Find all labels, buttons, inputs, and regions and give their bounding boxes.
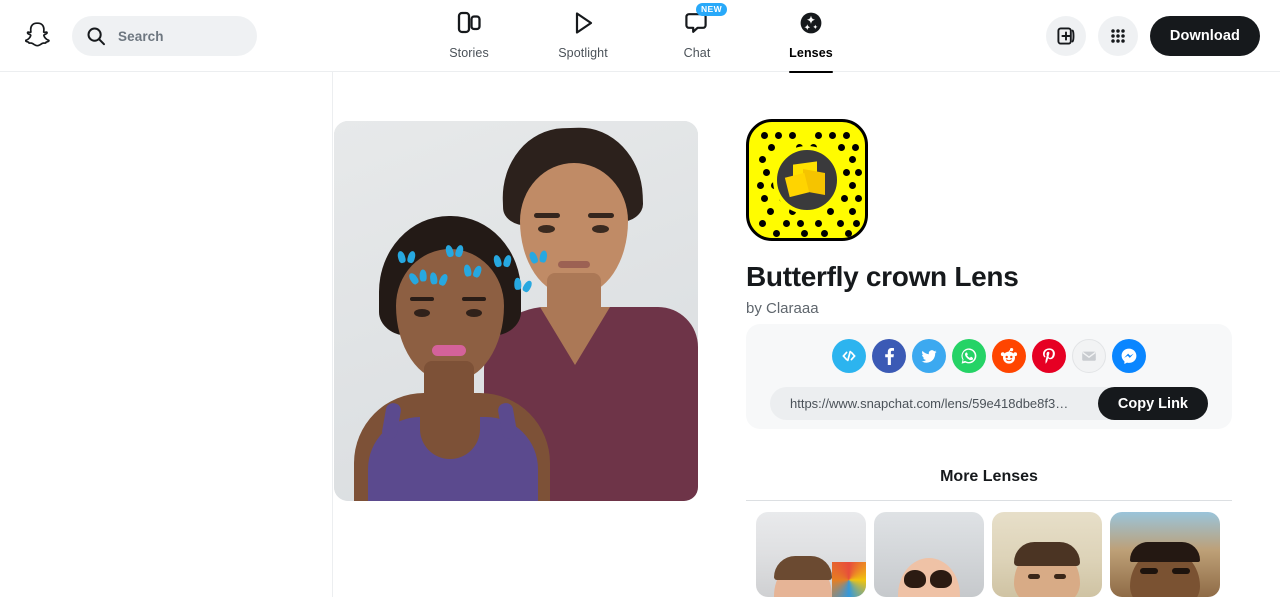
copy-link-button[interactable]: Copy Link bbox=[1097, 387, 1208, 420]
thumb-hair-right bbox=[930, 570, 952, 588]
stories-icon bbox=[454, 8, 484, 38]
chat-new-badge: NEW bbox=[696, 3, 728, 16]
nav-label-lenses: Lenses bbox=[789, 46, 833, 60]
add-card-icon[interactable] bbox=[1045, 16, 1086, 56]
woman-lips bbox=[432, 345, 466, 356]
thumb-hair-left bbox=[904, 570, 926, 588]
thumb-eye-left bbox=[1028, 574, 1040, 579]
woman-eye-left bbox=[414, 309, 430, 317]
top-header: Search Stories Spotlight NEW Chat Lenses… bbox=[0, 0, 1280, 73]
share-facebook-icon[interactable] bbox=[872, 339, 906, 373]
man-brow-right bbox=[588, 213, 614, 218]
more-lens-thumb[interactable] bbox=[756, 512, 866, 597]
share-whatsapp-icon[interactable] bbox=[952, 339, 986, 373]
thumb-hair bbox=[1130, 542, 1200, 562]
page-body: Butterfly crown Lens by Claraaa https://… bbox=[0, 72, 1280, 597]
lens-author: by Claraaa bbox=[746, 300, 819, 317]
butterfly-icon bbox=[444, 244, 465, 258]
more-lenses-title: More Lenses bbox=[940, 468, 1038, 485]
page-title: Butterfly crown Lens bbox=[746, 261, 1019, 292]
share-reddit-icon[interactable] bbox=[992, 339, 1026, 373]
man-mouth bbox=[558, 261, 590, 268]
nav-item-chat[interactable]: NEW Chat bbox=[658, 3, 736, 70]
butterfly-icon bbox=[492, 254, 513, 268]
share-messenger-icon[interactable] bbox=[1112, 339, 1146, 373]
snapcode-center-logo bbox=[773, 146, 841, 214]
man-eye-right bbox=[592, 225, 609, 233]
share-panel: https://www.snapchat.com/lens/59e418dbe8… bbox=[746, 324, 1232, 429]
nav-label-stories: Stories bbox=[449, 46, 489, 60]
share-twitter-icon[interactable] bbox=[912, 339, 946, 373]
woman-eye-right bbox=[466, 309, 482, 317]
thumb-brow-right bbox=[1172, 568, 1190, 574]
share-email-icon[interactable] bbox=[1072, 339, 1106, 373]
lenses-sparkle-icon bbox=[796, 8, 826, 38]
header-actions: Download bbox=[1045, 16, 1260, 56]
lens-preview-scene bbox=[334, 121, 698, 501]
snapcode[interactable] bbox=[746, 119, 868, 241]
butterfly-icon bbox=[396, 250, 417, 264]
more-lenses-grid bbox=[756, 512, 1220, 597]
woman-brow-right bbox=[462, 297, 486, 301]
share-url-row: https://www.snapchat.com/lens/59e418dbe8… bbox=[770, 387, 1208, 420]
more-lens-thumb[interactable] bbox=[992, 512, 1102, 597]
butterfly-icon bbox=[429, 271, 450, 287]
thumb-hair bbox=[1014, 542, 1080, 566]
thumb-brow-left bbox=[1140, 568, 1158, 574]
woman-brow-left bbox=[410, 297, 434, 301]
thumb-hair bbox=[774, 556, 832, 580]
butterfly-icon bbox=[527, 249, 548, 265]
share-icon-row bbox=[746, 339, 1232, 373]
download-button[interactable]: Download bbox=[1149, 16, 1260, 56]
thumb-eye-right bbox=[1054, 574, 1066, 579]
nav-item-spotlight[interactable]: Spotlight bbox=[544, 8, 622, 70]
share-pinterest-icon[interactable] bbox=[1032, 339, 1066, 373]
thumb-art bbox=[832, 562, 866, 597]
spotlight-play-icon bbox=[568, 8, 598, 38]
butterfly-icon bbox=[463, 263, 484, 279]
more-lens-thumb[interactable] bbox=[1110, 512, 1220, 597]
lens-box-icon bbox=[784, 161, 827, 199]
lens-preview[interactable] bbox=[334, 121, 698, 501]
more-lenses-divider bbox=[746, 500, 1232, 501]
chat-bubble-icon: NEW bbox=[682, 3, 728, 38]
nav-item-stories[interactable]: Stories bbox=[430, 8, 508, 70]
left-rail bbox=[0, 72, 333, 597]
share-embed-icon[interactable] bbox=[832, 339, 866, 373]
nav-label-chat: Chat bbox=[683, 46, 711, 60]
man-brow-left bbox=[534, 213, 560, 218]
apps-grid-icon[interactable] bbox=[1097, 16, 1138, 56]
nav-label-spotlight: Spotlight bbox=[558, 46, 608, 60]
man-eye-left bbox=[538, 225, 555, 233]
more-lens-thumb[interactable] bbox=[874, 512, 984, 597]
nav-item-lenses[interactable]: Lenses bbox=[772, 8, 850, 73]
share-url-text[interactable]: https://www.snapchat.com/lens/59e418dbe8… bbox=[770, 396, 1098, 411]
